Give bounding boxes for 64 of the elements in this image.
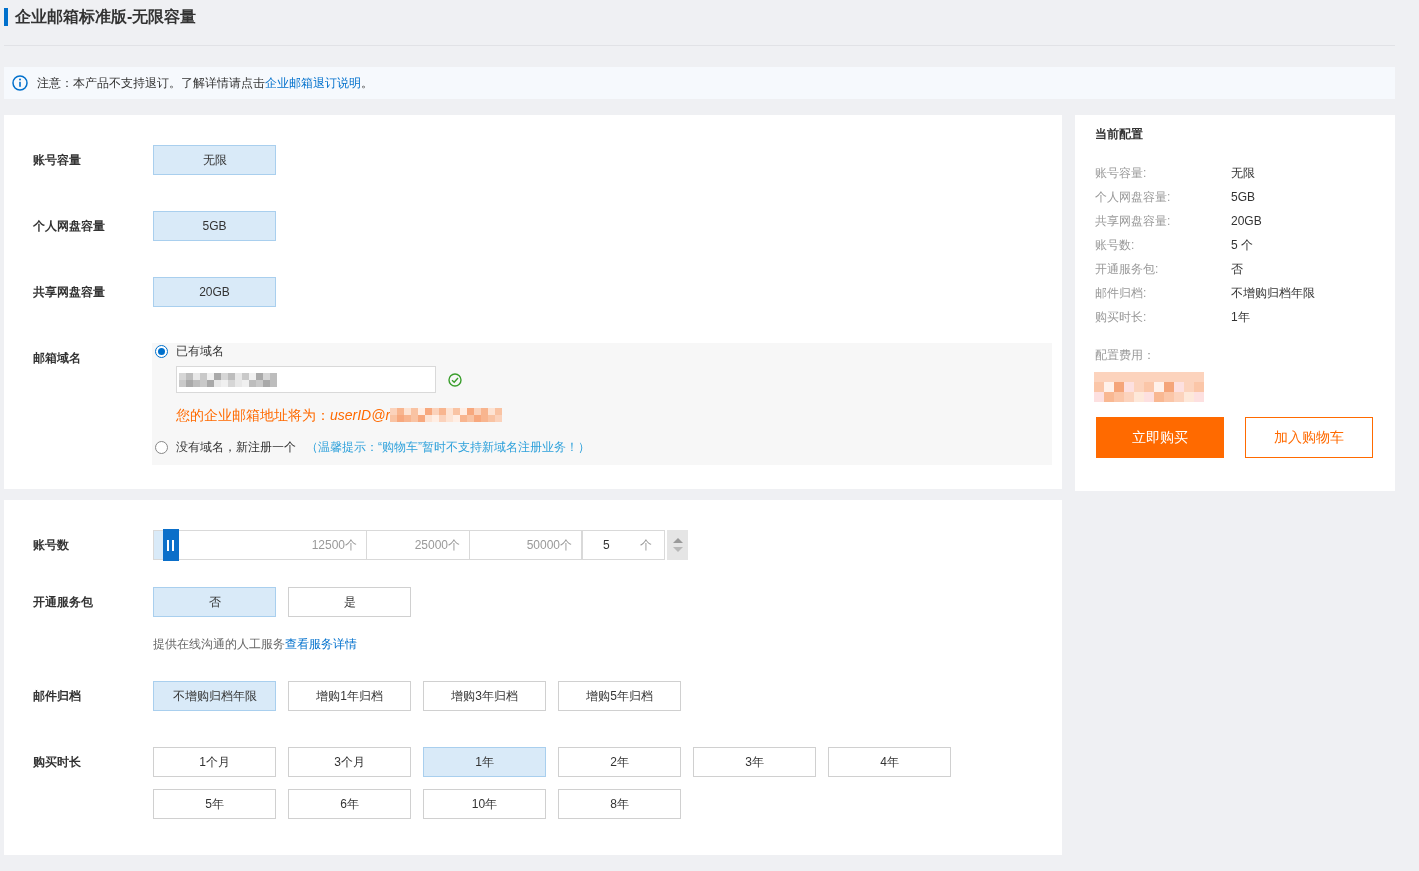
summary-value: 1年 xyxy=(1231,309,1250,326)
summary-title: 当前配置 xyxy=(1095,126,1144,142)
option-button[interactable]: 2年 xyxy=(558,747,681,777)
summary-label: 开通服务包: xyxy=(1095,261,1160,278)
field-label: 共享网盘容量 xyxy=(33,284,106,301)
option-button[interactable]: 5GB xyxy=(153,211,276,241)
summary-value: 20GB xyxy=(1231,213,1262,230)
service-note: 提供在线沟通的人工服务查看服务详情 xyxy=(153,636,358,652)
notice-link[interactable]: 企业邮箱退订说明 xyxy=(265,76,361,90)
service-details-link[interactable]: 查看服务详情 xyxy=(285,637,357,651)
hint-text: （温馨提示：“购物车”暂时不支持新域名注册业务！） xyxy=(306,439,590,456)
unit-label: 个 xyxy=(640,537,652,554)
option-button[interactable]: 6年 xyxy=(288,789,411,819)
fee-label: 配置费用： xyxy=(1095,347,1156,364)
field-label: 账号数 xyxy=(33,537,70,554)
summary-value: 无限 xyxy=(1231,165,1255,182)
up-triangle-icon xyxy=(672,538,683,543)
field-label: 开通服务包 xyxy=(33,594,94,611)
summary-label: 共享网盘容量: xyxy=(1095,213,1172,230)
option-button[interactable]: 1年 xyxy=(423,747,546,777)
tick-label: 50000个 xyxy=(526,537,572,554)
address-note: 您的企业邮箱地址将为：userID@r xyxy=(176,407,391,423)
notice-text: 注意：本产品不支持退订。了解详情请点击企业邮箱退订说明。 xyxy=(37,75,373,92)
radio-label[interactable]: 已有域名 xyxy=(176,342,224,360)
option-button[interactable]: 增购1年归档 xyxy=(288,681,411,711)
summary-label: 购买时长: xyxy=(1095,309,1148,326)
option-button[interactable]: 增购3年归档 xyxy=(423,681,546,711)
option-button[interactable]: 3年 xyxy=(693,747,816,777)
radio-button[interactable] xyxy=(155,344,168,358)
option-button[interactable]: 增购5年归档 xyxy=(558,681,681,711)
option-button[interactable]: 8年 xyxy=(558,789,681,819)
down-triangle-icon xyxy=(672,547,683,552)
tick-label: 25000个 xyxy=(414,537,460,554)
option-button[interactable]: 1个月 xyxy=(153,747,276,777)
option-button[interactable]: 10年 xyxy=(423,789,546,819)
option-button[interactable]: 不增购归档年限 xyxy=(153,681,276,711)
info-icon xyxy=(12,75,28,91)
summary-value: 不增购归档年限 xyxy=(1231,285,1315,302)
page-title: 企业邮箱标准版-无限容量 xyxy=(15,8,197,26)
summary-value: 5 个 xyxy=(1231,237,1253,254)
summary-label: 邮件归档: xyxy=(1095,285,1148,302)
summary-label: 个人网盘容量: xyxy=(1095,189,1172,206)
field-label: 个人网盘容量 xyxy=(33,218,106,235)
summary-label: 账号容量: xyxy=(1095,165,1148,182)
summary-value: 否 xyxy=(1231,261,1243,278)
field-label: 购买时长 xyxy=(33,754,82,771)
option-button[interactable]: 否 xyxy=(153,587,276,617)
summary-value: 5GB xyxy=(1231,189,1255,206)
radio-button[interactable] xyxy=(155,440,168,454)
option-button[interactable]: 4年 xyxy=(828,747,951,777)
option-button[interactable]: 是 xyxy=(288,587,411,617)
field-label: 账号容量 xyxy=(33,152,82,169)
option-button[interactable]: 20GB xyxy=(153,277,276,307)
title-accent-bar xyxy=(4,8,8,26)
option-button[interactable]: 无限 xyxy=(153,145,276,175)
quantity-input[interactable]: 5 个 xyxy=(582,530,665,560)
domain-input[interactable] xyxy=(176,366,436,393)
field-label: 邮件归档 xyxy=(33,688,82,705)
option-button[interactable]: 3个月 xyxy=(288,747,411,777)
field-label: 邮箱域名 xyxy=(33,350,82,367)
tick-label: 12500个 xyxy=(311,537,357,554)
option-button[interactable]: 5年 xyxy=(153,789,276,819)
radio-label[interactable]: 没有域名，新注册一个 xyxy=(176,438,296,456)
summary-label: 账号数: xyxy=(1095,237,1136,254)
